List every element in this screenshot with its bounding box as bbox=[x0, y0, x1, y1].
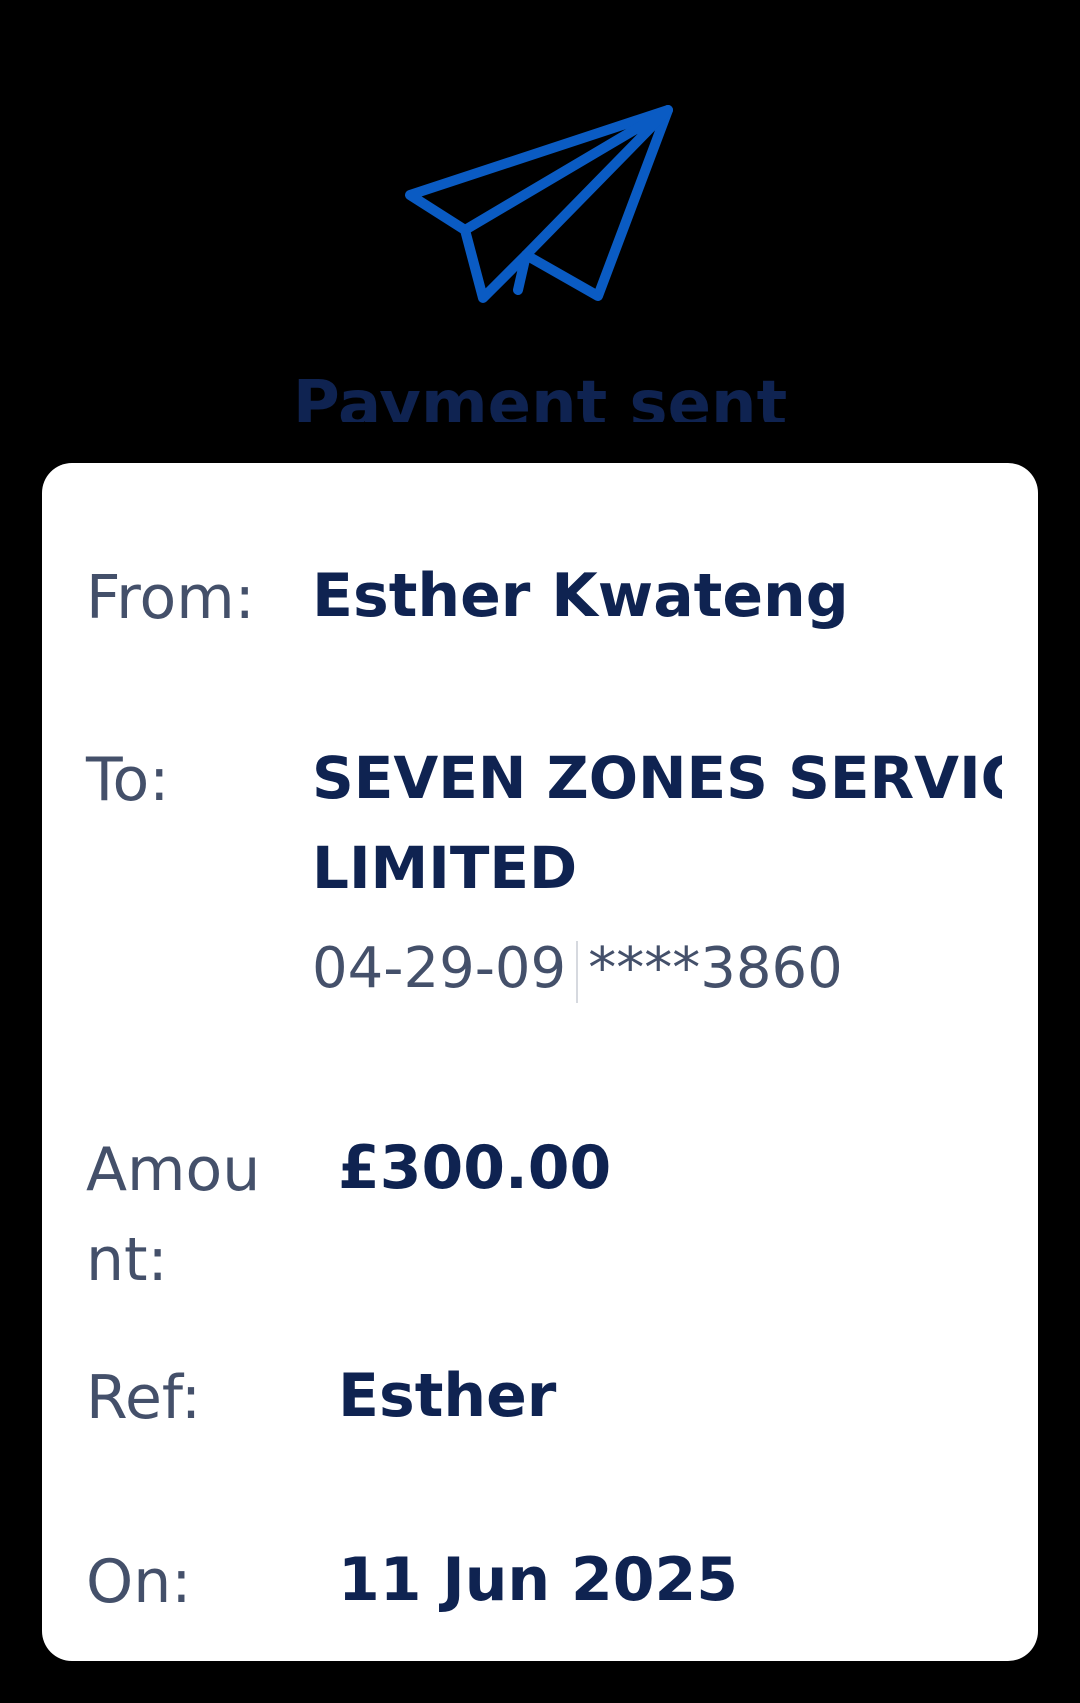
sort-code: 04-29-09 bbox=[312, 936, 567, 1001]
account-details: 04-29-09 ****3860 bbox=[312, 929, 843, 1009]
ref-value: Esther bbox=[338, 1361, 557, 1431]
from-value: Esther Kwateng bbox=[312, 561, 849, 631]
ref-label: Ref: bbox=[86, 1363, 202, 1433]
to-value-line1: SEVEN ZONES SERVIC bbox=[312, 744, 1002, 812]
on-value: 11 Jun 2025 bbox=[338, 1545, 739, 1615]
payment-details-card: From: Esther Kwateng To: SEVEN ZONES SER… bbox=[42, 463, 1038, 1661]
to-value: SEVEN ZONES SERVIC LIMITED bbox=[312, 733, 1002, 913]
title-area: Payment sent bbox=[0, 360, 1080, 422]
amount-label: Amount: bbox=[86, 1135, 261, 1295]
from-label: From: bbox=[86, 563, 255, 633]
account-divider bbox=[576, 940, 579, 1003]
to-value-line2: LIMITED bbox=[312, 834, 578, 902]
page-title: Payment sent bbox=[292, 368, 788, 422]
paper-plane-icon bbox=[405, 105, 673, 303]
on-label: On: bbox=[86, 1547, 192, 1617]
amount-value: £300.00 bbox=[338, 1133, 612, 1203]
account-number: ****3860 bbox=[588, 936, 843, 1001]
to-label: To: bbox=[86, 745, 170, 815]
